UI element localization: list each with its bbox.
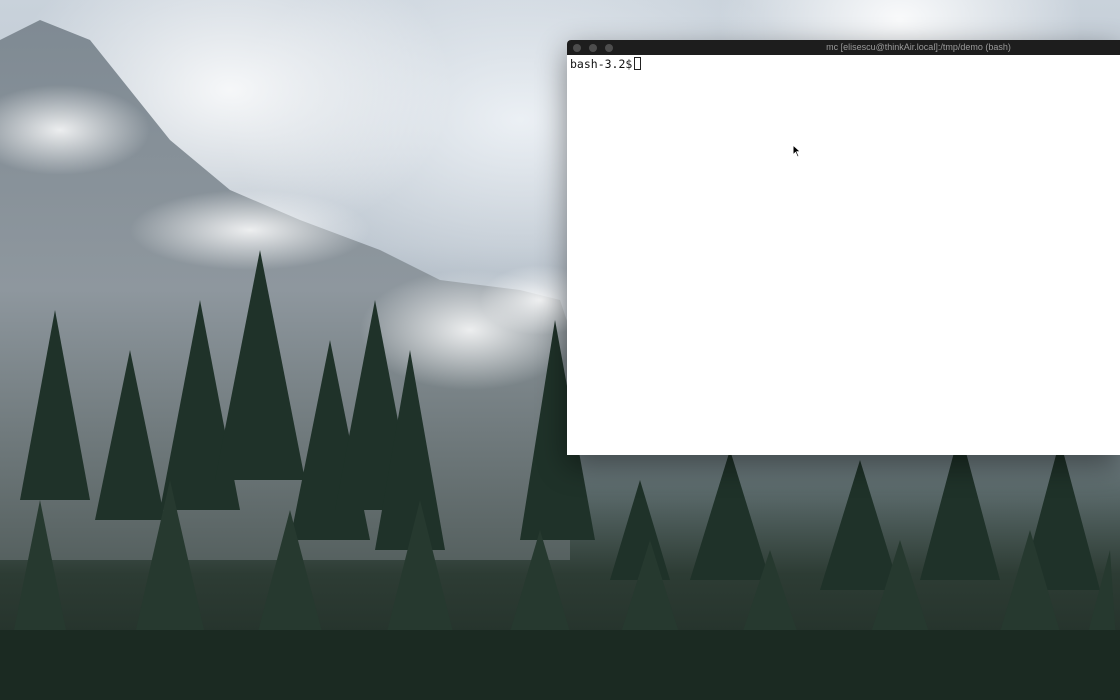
- terminal-content[interactable]: bash-3.2$: [567, 55, 1120, 74]
- mouse-pointer-icon: [792, 144, 802, 158]
- shell-prompt: bash-3.2$: [570, 57, 633, 71]
- text-cursor: [634, 57, 642, 70]
- window-titlebar[interactable]: mc [elisescu@thinkAir.local]:/tmp/demo (…: [567, 40, 1120, 55]
- window-title: mc [elisescu@thinkAir.local]:/tmp/demo (…: [826, 42, 1011, 52]
- terminal-window[interactable]: mc [elisescu@thinkAir.local]:/tmp/demo (…: [567, 40, 1120, 455]
